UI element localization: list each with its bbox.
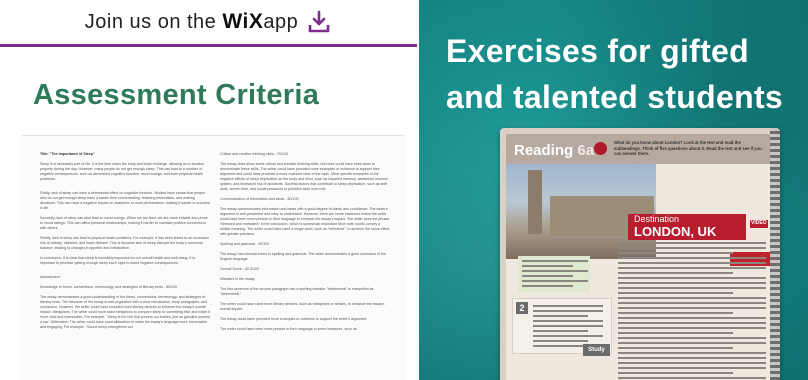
video-label: VIDEO (751, 220, 767, 226)
spiral-binding (770, 128, 780, 380)
wix-logo: WiX (222, 10, 264, 33)
mistake-item: The writer could have used more literary… (220, 302, 385, 311)
knowledge-criterion: Knowledge of forms, conventions, termino… (40, 285, 177, 289)
exercise-number: 2 (516, 302, 528, 314)
banner-divider (0, 44, 417, 47)
essay-title: Title: "The Importance of Sleep" (40, 152, 95, 156)
download-icon[interactable] (306, 9, 332, 35)
document-column-left: Title: "The Importance of Sleep" Sleep i… (40, 152, 210, 335)
textbook-photo: Reading 6a What do you know about London… (500, 128, 780, 380)
banner-text: Join us on the WiXapp (85, 10, 298, 34)
left-panel: Join us on the WiXapp Assessment Criteri… (0, 0, 417, 380)
wix-app-banner[interactable]: Join us on the WiXapp (0, 0, 417, 44)
assessment-label: Assessment: (40, 275, 61, 279)
overall-score: Overall Score - 82.5/100 (220, 267, 259, 271)
reading-text-block (618, 242, 766, 380)
criterion-heading: Critical and creative thinking skills - … (220, 152, 288, 156)
big-ben-tower (528, 170, 542, 234)
banner-app-text: app (263, 11, 299, 33)
criterion-feedback: The essay communicates information and i… (220, 207, 390, 236)
criterion-feedback: The essay does show some critical and cr… (220, 162, 388, 191)
knowledge-feedback: The essay demonstrates a good understand… (40, 295, 210, 329)
reading-question: What do you know about London? Look at t… (614, 140, 762, 156)
document-column-right: Critical and creative thinking skills - … (220, 152, 390, 337)
criterion-heading: Communication of information and ideas -… (220, 197, 299, 201)
mistakes-heading: Mistakes in the essay: (220, 277, 256, 281)
reading-word: Reading (514, 142, 574, 159)
vocabulary-lines (522, 260, 588, 290)
assessment-criteria-heading: Assessment Criteria (33, 79, 320, 111)
destination-city: LONDON, UK (634, 224, 717, 239)
mistake-item: The first sentence of the second paragra… (220, 287, 374, 296)
essay-document-preview: Title: "The Importance of Sleep" Sleep i… (22, 135, 404, 380)
essay-paragraph: Sleep is a necessary part of life. It is… (40, 162, 205, 181)
right-panel-thumbnail[interactable]: Exercises for gifted and talented studen… (419, 0, 808, 380)
criterion-feedback: The essay has minimal errors in spelling… (220, 252, 386, 261)
reading-unit: 6a (577, 142, 595, 159)
essay-paragraph: In conclusion, it is clear that sleep is… (40, 256, 196, 265)
exercises-title: Exercises for gifted and talented studen… (446, 33, 784, 115)
mistake-item: The writer could have been more precise … (220, 327, 357, 331)
criterion-heading: Spelling and grammar - 90/100 (220, 242, 270, 246)
question-badge (594, 142, 607, 155)
study-badge: Study (583, 344, 610, 356)
mistake-item: The essay could have provided more examp… (220, 317, 368, 321)
vocabulary-box (518, 256, 590, 292)
essay-paragraph: Finally, lack of sleep can lead to physi… (40, 236, 209, 250)
textbook-page: Reading 6a What do you know about London… (506, 134, 771, 380)
destination-label: Destination (634, 214, 680, 224)
essay-paragraph: Secondly, lack of sleep can also lead to… (40, 216, 208, 230)
essay-paragraph: Firstly, lack of sleep can have a detrim… (40, 191, 210, 210)
banner-join-text: Join us on the (84, 11, 217, 33)
reading-label: Reading 6a (514, 142, 594, 159)
